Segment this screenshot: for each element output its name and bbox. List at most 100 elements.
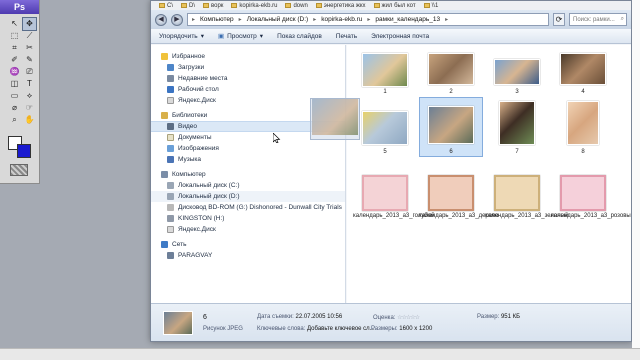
file-item[interactable]: календарь_2013_а3_голубой (353, 171, 435, 241)
color-swatches[interactable] (8, 136, 34, 158)
file-item[interactable]: календарь_2013_а3_дерево (419, 171, 499, 241)
details-size-value: 951 КБ (500, 314, 521, 320)
file-item-selected[interactable]: 6 (419, 97, 483, 157)
type-tool-icon[interactable]: T (23, 78, 36, 90)
details-type: Рисунок JPEG (203, 326, 243, 332)
lasso-tool-icon[interactable]: ⟋ (23, 30, 36, 42)
search-input[interactable]: Поиск: рамки... ⌕ (569, 13, 627, 26)
chevron-right-icon[interactable]: ▸ (445, 16, 448, 23)
nav-drive-c[interactable]: Локальный диск (C:) (151, 180, 345, 191)
nav-paragvay[interactable]: PARAGVAY (151, 250, 345, 261)
refresh-button[interactable]: ⟳ (553, 13, 565, 26)
file-item[interactable]: календарь_2013_а3_розовый (551, 171, 631, 241)
crop-tool-icon[interactable]: ⌗ (8, 42, 21, 54)
breadcrumb-item[interactable]: kopirka-ekb.ru (321, 16, 362, 23)
background-color[interactable] (17, 144, 31, 158)
search-icon: ⌕ (620, 16, 624, 22)
eyedropper-tool-icon[interactable]: ⌀ (8, 102, 21, 114)
nav-computer[interactable]: Компьютер (151, 169, 345, 180)
yandex-disk-icon (167, 226, 174, 233)
navigation-pane: Избранное Загрузки Недавние места Рабочи… (151, 45, 346, 303)
shape-tool-icon[interactable]: ▭ (8, 90, 21, 102)
file-item[interactable]: 8 (551, 97, 615, 156)
optical-drive-icon (167, 204, 174, 211)
nav-music[interactable]: Музыка (151, 154, 345, 165)
slideshow-button[interactable]: Показ слайдов (277, 33, 322, 40)
bookmark-item[interactable]: D\ (181, 1, 195, 10)
calendar-thumbnail (428, 175, 474, 211)
address-bar[interactable]: ▸ Компьютер ▸ Локальный диск (D:) ▸ kopi… (187, 13, 549, 26)
chevron-down-icon: ▾ (200, 33, 204, 40)
nav-desktop[interactable]: Рабочий стол (151, 84, 345, 95)
quick-mask-icon[interactable] (10, 164, 28, 176)
chevron-right-icon[interactable]: ▸ (313, 16, 316, 23)
bookmark-item[interactable]: C\ (159, 1, 173, 10)
forward-button[interactable]: ▶ (171, 13, 183, 26)
marquee-tool-icon[interactable]: ↖ (8, 18, 21, 30)
nav-recent[interactable]: Недавние места (151, 73, 345, 84)
preview-icon: ▣ (217, 33, 225, 40)
details-dimensions: Размеры: 1600 x 1200 (371, 326, 433, 332)
details-date-value: 22.07.2005 10:56 (295, 314, 343, 320)
star-icon (161, 53, 168, 60)
breadcrumb-item[interactable]: Локальный диск (D:) (247, 16, 309, 23)
drive-icon (167, 193, 174, 200)
explorer-window: C\ D\ ворк kopirka-ekb.ru down энергетик… (150, 0, 632, 342)
photo-thumbnail (567, 101, 599, 145)
eraser-tool-icon[interactable]: ⎚ (23, 66, 36, 78)
video-icon (167, 123, 174, 130)
bookmark-item[interactable]: энергетика жкх (315, 1, 366, 10)
nav-pictures[interactable]: Изображения (151, 143, 345, 154)
photo-thumbnail (428, 53, 474, 85)
file-item[interactable]: 7 (485, 97, 549, 156)
email-button[interactable]: Электронная почта (371, 33, 429, 40)
command-bar: Упорядочить ▾ ▣ Просмотр ▾ Показ слайдов Пе… (151, 29, 631, 44)
nav-drive-d[interactable]: Локальный диск (D:) (151, 191, 345, 202)
chevron-right-icon[interactable]: ▸ (367, 16, 370, 23)
folder-icon (285, 3, 292, 8)
hand-tool-icon[interactable]: ✋ (23, 114, 36, 126)
zoom-tool-icon[interactable]: ⌕ (8, 114, 21, 126)
nav-drive-g[interactable]: Дисковод BD-ROM (G:) Dishonored - Dunwal… (151, 202, 345, 213)
nav-favorites[interactable]: Избранное (151, 51, 345, 62)
folder-icon (159, 3, 165, 8)
view-button[interactable]: ▣ Просмотр ▾ (217, 32, 263, 41)
stamp-tool-icon[interactable]: ♒ (8, 66, 21, 78)
photo-thumbnail (494, 59, 540, 85)
nav-network[interactable]: Сеть (151, 239, 345, 250)
details-rating[interactable]: Оценка: ☆☆☆☆☆ (373, 314, 420, 321)
rect-select-tool-icon[interactable]: ⬚ (8, 30, 21, 42)
heal-tool-icon[interactable]: ✐ (8, 54, 21, 66)
back-button[interactable]: ◀ (155, 13, 167, 26)
bottom-strip (0, 348, 640, 360)
file-item[interactable]: 5 (353, 97, 417, 156)
chevron-right-icon[interactable]: ▸ (239, 16, 242, 23)
details-keywords-value: Добавьте ключевое сл... (307, 326, 375, 332)
pen-tool-icon[interactable]: ⟡ (23, 90, 36, 102)
nav-downloads[interactable]: Загрузки (151, 62, 345, 73)
slice-tool-icon[interactable]: ✂ (23, 42, 36, 54)
pointer-tool-icon[interactable]: ☞ (23, 102, 36, 114)
details-keywords[interactable]: Ключевые слова: Добавьте ключевое сл... (257, 326, 375, 332)
file-item[interactable]: календарь_2013_а3_зеленый (485, 171, 568, 241)
nav-drive-h[interactable]: KINGSTON (H:) (151, 213, 345, 224)
breadcrumb-item[interactable]: Компьютер (200, 16, 234, 23)
address-row: ◀ ▶ ▸ Компьютер ▸ Локальный диск (D:) ▸ … (151, 10, 631, 29)
folder-icon (181, 3, 187, 8)
details-pane: 6 Рисунок JPEG Дата съемки: 22.07.2005 1… (151, 303, 631, 341)
bookmark-item[interactable]: kopirka-ekb.ru (231, 1, 277, 10)
nav-yandex-disk-2[interactable]: Яндекс.Диск (151, 224, 345, 235)
print-button[interactable]: Печать (336, 33, 357, 40)
organize-button[interactable]: Упорядочить ▾ (159, 32, 204, 41)
network-computer-icon (167, 252, 174, 259)
breadcrumb-item[interactable]: рамки_календарь_13 (375, 16, 440, 23)
bookmarks-bar: C\ D\ ворк kopirka-ekb.ru down энергетик… (151, 1, 631, 10)
bookmark-item[interactable]: ворк (203, 1, 223, 10)
bookmark-item[interactable]: \\1 (423, 1, 438, 10)
gradient-tool-icon[interactable]: ◫ (8, 78, 21, 90)
bookmark-item[interactable]: down (285, 1, 308, 10)
photo-thumbnail (428, 106, 474, 144)
brush-tool-icon[interactable]: ✎ (23, 54, 36, 66)
bookmark-item[interactable]: жил был кот (373, 1, 416, 10)
move-tool-icon[interactable]: ✥ (22, 17, 37, 31)
